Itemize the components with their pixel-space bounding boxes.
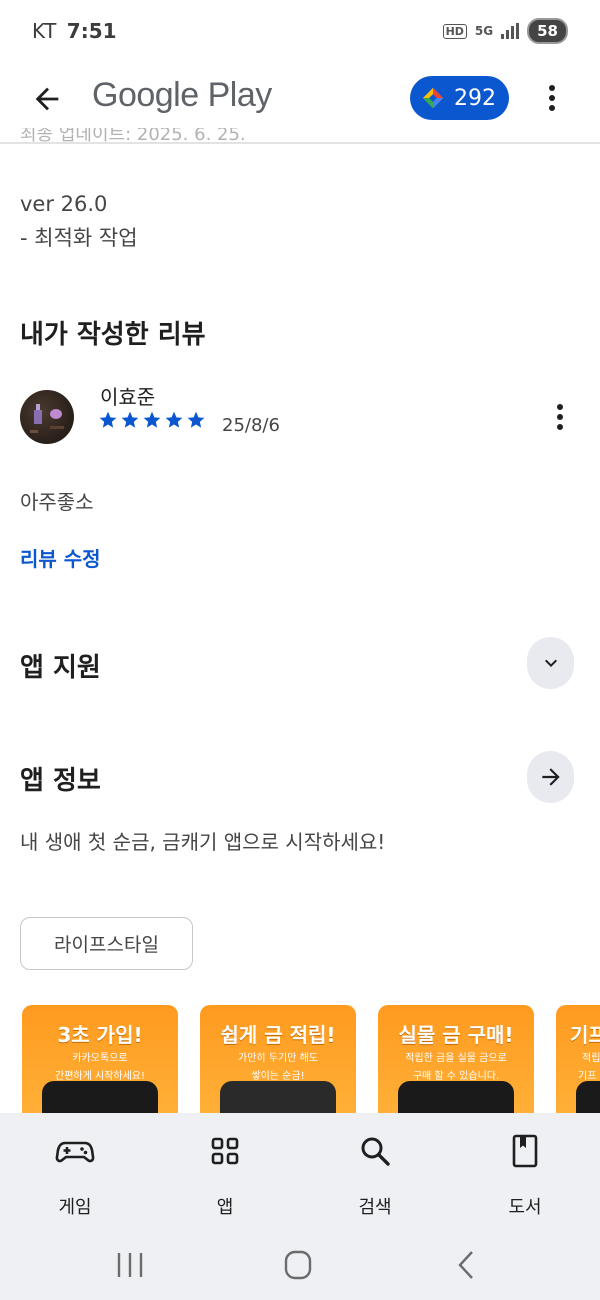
- carrier-label: KT: [32, 19, 57, 43]
- apps-grid-icon: [211, 1137, 239, 1165]
- phone-mockup: [220, 1081, 336, 1115]
- app-support-expand-button[interactable]: [527, 637, 574, 689]
- chevron-down-icon: [544, 659, 557, 667]
- update-notes: ver 26.0 - 최적화 작업: [20, 187, 138, 255]
- star-icon: [143, 411, 161, 428]
- version-label: ver 26.0: [20, 192, 108, 216]
- app-support-title: 앱 지원: [20, 653, 101, 683]
- play-points-count: 292: [454, 85, 496, 111]
- nav-label: 검색: [358, 1197, 392, 1218]
- screenshot-card[interactable]: 3초 가입! 카카오톡으로 간편하게 시작하세요!: [22, 1005, 178, 1115]
- gamepad-icon: [55, 1141, 95, 1163]
- update-note: - 최적화 작업: [20, 226, 138, 250]
- review-more-options-icon[interactable]: [548, 400, 572, 434]
- bottom-navigation: 게임 앱 검색 도서: [0, 1113, 600, 1233]
- screenshot-carousel[interactable]: 3초 가입! 카카오톡으로 간편하게 시작하세요! 쉽게 금 적립! 가만히 두…: [0, 1005, 600, 1115]
- screenshot-subtext: 가만히 두기만 해도: [238, 1053, 318, 1064]
- nav-label: 도서: [508, 1197, 542, 1218]
- star-rating: [98, 410, 206, 430]
- recent-apps-icon[interactable]: [110, 1247, 150, 1283]
- screenshot-card[interactable]: 실물 금 구매! 적립한 금을 실물 금으로 구매 할 수 있습니다.: [378, 1005, 534, 1115]
- screenshot-heading: 쉽게 금 적립!: [220, 1023, 336, 1047]
- play-points-button[interactable]: 292: [410, 76, 509, 120]
- app-description: 내 생애 첫 순금, 금캐기 앱으로 시작하세요!: [20, 830, 386, 854]
- more-options-icon[interactable]: [540, 80, 564, 116]
- search-icon: [361, 1137, 390, 1166]
- avatar: [20, 390, 74, 444]
- avatar-image: [30, 404, 64, 433]
- clock: 7:51: [66, 19, 117, 43]
- category-chip[interactable]: 라이프스타일: [20, 917, 193, 970]
- network-type-icon: 5G: [474, 24, 494, 38]
- home-icon[interactable]: [278, 1247, 318, 1283]
- screenshot-card[interactable]: 기프 적립 기프: [556, 1005, 600, 1115]
- last-updated-partial: 최종 업데이트: 2025. 6. 25.: [20, 128, 246, 145]
- nav-item-games[interactable]: 게임: [20, 1131, 130, 1219]
- status-icons: HD 5G 58: [442, 18, 568, 44]
- screenshot-heading: 실물 금 구매!: [398, 1023, 514, 1047]
- nav-label: 게임: [58, 1197, 92, 1218]
- star-icon: [165, 411, 183, 428]
- nav-label: 앱: [216, 1197, 234, 1218]
- arrow-right-icon: [541, 768, 560, 786]
- battery-indicator: 58: [527, 18, 568, 44]
- screenshot-subtext: 적립한 금을 실물 금으로: [405, 1053, 507, 1064]
- star-icon: [121, 411, 139, 428]
- review-date: 25/8/6: [222, 415, 280, 436]
- edit-review-link[interactable]: 리뷰 수정: [20, 543, 101, 572]
- nav-item-apps[interactable]: 앱: [170, 1131, 280, 1219]
- google-play-title: Google Play: [92, 76, 272, 114]
- screenshot-subtext: 적립: [582, 1053, 600, 1064]
- phone-mockup: [576, 1081, 600, 1115]
- status-bar: KT 7:51 HD 5G 58: [0, 0, 600, 62]
- signal-icon: [501, 23, 520, 39]
- screenshot-subtext: 카카오톡으로: [72, 1053, 128, 1064]
- review-text: 아주좋소: [20, 490, 94, 514]
- back-arrow-icon[interactable]: [30, 82, 64, 116]
- phone-mockup: [42, 1081, 158, 1115]
- hd-voice-icon: HD: [442, 23, 467, 39]
- star-icon: [187, 411, 205, 428]
- my-review-title: 내가 작성한 리뷰: [20, 320, 206, 350]
- nav-item-search[interactable]: 검색: [320, 1131, 430, 1219]
- app-info-open-button[interactable]: [527, 751, 574, 803]
- screenshot-heading: 3초 가입!: [57, 1023, 143, 1047]
- system-back-icon[interactable]: [446, 1247, 486, 1283]
- star-icon: [99, 411, 117, 428]
- system-navigation-bar: [0, 1233, 600, 1300]
- play-points-icon: [422, 87, 444, 109]
- book-icon: [512, 1134, 538, 1168]
- reviewer-name: 이효준: [100, 385, 156, 409]
- nav-item-books[interactable]: 도서: [470, 1131, 580, 1219]
- screenshot-card[interactable]: 쉽게 금 적립! 가만히 두기만 해도 쌓이는 순금!: [200, 1005, 356, 1115]
- screenshot-heading: 기프: [570, 1023, 600, 1047]
- phone-mockup: [398, 1081, 514, 1115]
- app-info-title: 앱 정보: [20, 766, 101, 796]
